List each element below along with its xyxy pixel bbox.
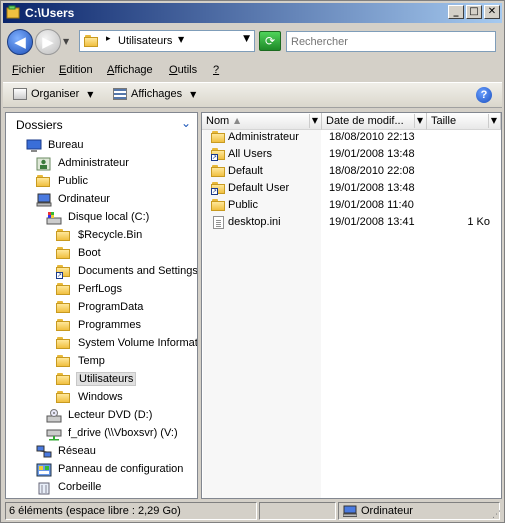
- folder-icon: [56, 373, 72, 387]
- column-header-name[interactable]: Nom ▲ ▼: [202, 113, 322, 130]
- resize-grip-icon[interactable]: ⋰: [492, 510, 501, 520]
- column-filter-dropdown[interactable]: ▼: [309, 114, 320, 128]
- folder-icon: [56, 247, 72, 261]
- folder-shortcut-icon: ↗: [211, 148, 225, 161]
- command-toolbar: Organiser ▼ Affichages ▼ ?: [3, 82, 502, 108]
- arrow-right-icon: ▶: [42, 33, 54, 51]
- folder-shortcut-icon: ↗: [211, 182, 225, 195]
- folder-icon: [56, 283, 72, 297]
- column-filter-dropdown[interactable]: ▼: [488, 114, 499, 128]
- search-input[interactable]: [286, 31, 496, 52]
- address-bar[interactable]: ▸ Utilisateurs ▼ ▼: [79, 30, 255, 52]
- sort-ascending-icon: ▲: [234, 116, 241, 125]
- user-folder-icon: [36, 157, 52, 171]
- menu-outils[interactable]: Outils: [169, 64, 197, 76]
- file-row-all-users[interactable]: ↗ All Users 19/01/2008 13:48: [202, 146, 501, 163]
- window-folder-icon: [6, 5, 20, 19]
- network-drive-icon: [46, 427, 62, 441]
- folder-icon: [36, 175, 52, 189]
- menu-bar: Fichier Edition Affichage Outils ?: [3, 61, 502, 81]
- forward-button[interactable]: ▶: [35, 29, 61, 55]
- recycle-bin-icon: [36, 481, 52, 495]
- breadcrumb-arrow-icon[interactable]: ▸: [106, 34, 111, 44]
- breadcrumb-utilisateurs[interactable]: Utilisateurs: [118, 35, 172, 47]
- minimize-button[interactable]: _: [448, 5, 464, 19]
- computer-icon: [36, 193, 52, 207]
- file-row-public[interactable]: Public 19/01/2008 11:40: [202, 197, 501, 214]
- folder-icon: [56, 391, 72, 405]
- folder-icon: [211, 131, 225, 144]
- folder-icon: [56, 319, 72, 333]
- folder-icon: [84, 35, 100, 49]
- title-bar[interactable]: C:\Users _ □ ✕: [3, 3, 502, 23]
- menu-fichier[interactable]: Fichier: [12, 64, 45, 76]
- maximize-button[interactable]: □: [466, 5, 482, 19]
- organize-button[interactable]: Organiser ▼: [13, 88, 93, 101]
- folder-shortcut-icon: ↗: [56, 265, 72, 279]
- arrow-left-icon: ◀: [14, 33, 26, 51]
- menu-help[interactable]: ?: [213, 64, 219, 76]
- network-icon: [36, 445, 52, 459]
- explorer-window: C:\Users _ □ ✕ ◀ ▶ ▼ ▸ Utilisateurs ▼ ▼ …: [0, 0, 505, 523]
- file-row-default[interactable]: Default 18/08/2010 22:08: [202, 163, 501, 180]
- status-location: Ordinateur: [338, 502, 500, 520]
- column-filter-dropdown[interactable]: ▼: [414, 114, 425, 128]
- file-row-administrateur[interactable]: Administrateur 18/08/2010 22:13: [202, 129, 501, 146]
- address-dropdown[interactable]: ▼: [243, 34, 250, 44]
- views-icon: [113, 88, 127, 101]
- file-row-desktop-ini[interactable]: desktop.ini 19/01/2008 13:41 1 Ko: [202, 214, 501, 231]
- menu-affichage[interactable]: Affichage: [107, 64, 153, 76]
- dvd-icon: [46, 409, 62, 423]
- views-button[interactable]: Affichages ▼: [113, 88, 196, 101]
- folders-header[interactable]: Dossiers ⌄: [6, 113, 197, 135]
- ini-file-icon: [211, 216, 225, 229]
- column-header-date[interactable]: Date de modif... ▼: [322, 113, 427, 130]
- drive-icon: [46, 211, 62, 225]
- folder-icon: [211, 165, 225, 178]
- folder-icon: [56, 301, 72, 315]
- recent-pages-dropdown[interactable]: ▼: [63, 37, 69, 46]
- help-button[interactable]: ?: [476, 87, 492, 103]
- folder-icon: [211, 199, 225, 212]
- file-row-default-user[interactable]: ↗ Default User 19/01/2008 13:48: [202, 180, 501, 197]
- window-title: C:\Users: [25, 6, 75, 20]
- breadcrumb-dropdown[interactable]: ▼: [178, 35, 184, 44]
- refresh-icon: ⟳: [264, 34, 276, 48]
- chevron-down-icon[interactable]: ⌄: [181, 116, 191, 130]
- computer-icon: [343, 505, 357, 517]
- status-bar: 6 éléments (espace libre : 2,29 Go) Ordi…: [3, 501, 502, 521]
- status-item-count: 6 éléments (espace libre : 2,29 Go): [5, 502, 257, 520]
- column-header-size[interactable]: Taille ▼: [427, 113, 501, 130]
- control-panel-icon: [36, 463, 52, 477]
- folder-tree-pane: Dossiers ⌄ Bureau Administrateur Public …: [5, 112, 198, 499]
- back-button[interactable]: ◀: [7, 29, 33, 55]
- status-empty-cell: [259, 502, 336, 520]
- file-list-pane: Nom ▲ ▼ Date de modif... ▼ Taille ▼ Admi…: [201, 112, 502, 499]
- address-row: ◀ ▶ ▼ ▸ Utilisateurs ▼ ▼ ⟳: [3, 25, 502, 59]
- desktop-icon: [26, 139, 42, 153]
- organize-icon: [13, 88, 27, 101]
- folder-icon: [56, 229, 72, 243]
- refresh-button[interactable]: ⟳: [259, 31, 281, 51]
- folder-icon: [56, 337, 72, 351]
- folder-icon: [56, 355, 72, 369]
- close-button[interactable]: ✕: [484, 5, 500, 19]
- menu-edition[interactable]: Edition: [59, 64, 93, 76]
